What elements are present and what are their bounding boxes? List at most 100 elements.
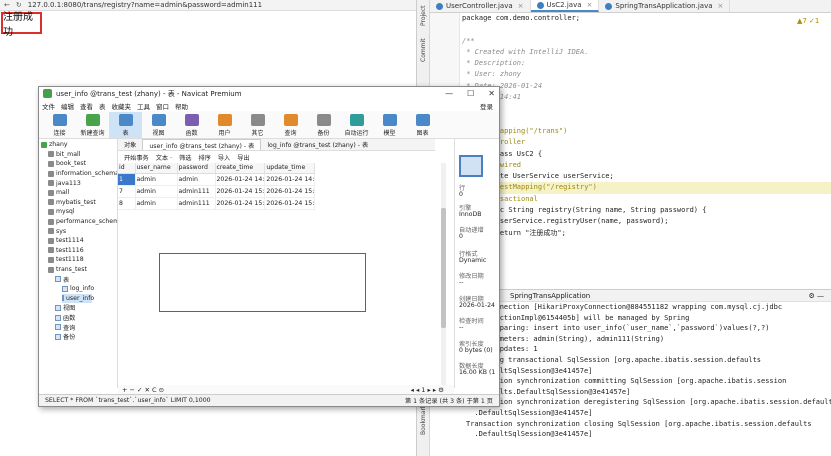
table-cell[interactable]: 2026-01-24 14: bbox=[264, 173, 316, 186]
table-cell[interactable]: 2026-01-24 15: bbox=[264, 197, 316, 210]
tree-item[interactable]: trans_test bbox=[48, 265, 87, 275]
table-cell[interactable]: 8 bbox=[118, 197, 136, 210]
table-cell[interactable]: admin bbox=[135, 185, 178, 198]
tool-tab-project[interactable]: Project bbox=[417, 4, 430, 28]
scroll-thumb[interactable] bbox=[441, 208, 446, 328]
editor-tab[interactable]: UserController.java × bbox=[430, 0, 531, 12]
menu-item[interactable]: 工具 bbox=[137, 101, 156, 111]
grid-toolbar-button[interactable]: 开始事务 bbox=[124, 153, 149, 162]
object-tab[interactable]: log_info @trans_test (zhany) - 表 bbox=[261, 139, 374, 150]
tree-item[interactable]: mall bbox=[48, 188, 69, 198]
menu-item[interactable]: 文件 bbox=[42, 101, 61, 111]
tree-item[interactable]: mybatis_test bbox=[48, 198, 96, 208]
tree-item[interactable]: 备份 bbox=[55, 332, 75, 342]
tool-tab-commit[interactable]: Commit bbox=[417, 38, 430, 62]
toolbar-button[interactable]: 查询 bbox=[274, 112, 307, 138]
menu-item[interactable]: 窗口 bbox=[156, 101, 175, 111]
table-cell[interactable]: admin111 bbox=[177, 185, 216, 198]
url-text[interactable]: 127.0.0.1:8080/trans/registry?name=admin… bbox=[28, 1, 262, 9]
table-cell[interactable]: admin bbox=[135, 173, 178, 186]
tree-item[interactable]: bit_mall bbox=[48, 150, 80, 160]
table-row[interactable]: 1 admin admin 2026-01-24 14: 2026-01-24 14: bbox=[118, 173, 316, 186]
code-line: @RequestMapping("/registry") bbox=[462, 182, 831, 194]
tree-item[interactable]: 视图 bbox=[55, 303, 75, 313]
menu-item[interactable]: 收藏夹 bbox=[112, 101, 138, 111]
tree-item[interactable]: test1116 bbox=[48, 246, 84, 256]
grid-toolbar-button[interactable]: 导入 bbox=[218, 153, 230, 162]
tree-item[interactable]: information_schema bbox=[48, 169, 117, 179]
toolbar-button[interactable]: 表 bbox=[109, 112, 142, 138]
grid-scrollbar[interactable] bbox=[441, 163, 446, 385]
toolbar-button[interactable]: 图表 bbox=[406, 112, 439, 138]
tree-item[interactable]: test1114 bbox=[48, 236, 84, 246]
tree-item[interactable]: java113 bbox=[48, 178, 81, 188]
url-bar[interactable]: ← ↻ 127.0.0.1:8080/trans/registry?name=a… bbox=[0, 0, 416, 11]
login-button[interactable]: 登录 bbox=[480, 101, 493, 111]
editor-tab[interactable]: UsC2.java × bbox=[530, 0, 600, 12]
toolbar-button[interactable]: 连接 bbox=[43, 112, 76, 138]
run-panel-title[interactable]: SpringTransApplication bbox=[510, 292, 590, 300]
toolbar-button[interactable]: 用户 bbox=[208, 112, 241, 138]
tree-item-label: mall bbox=[56, 189, 70, 197]
close-tab-icon[interactable]: × bbox=[518, 2, 524, 10]
close-tab-icon[interactable]: × bbox=[718, 2, 724, 10]
table-row[interactable]: 7 admin admin111 2026-01-24 15: 2026-01-24 1… bbox=[118, 185, 316, 198]
maximize-icon[interactable]: ☐ bbox=[467, 89, 474, 98]
tree-item[interactable]: 表 bbox=[55, 274, 69, 284]
grid-toolbar-button[interactable]: 导出 bbox=[237, 153, 249, 162]
grid-toolbar-button[interactable]: 排序 bbox=[198, 153, 210, 162]
tree-item[interactable]: 查询 bbox=[55, 322, 75, 332]
toolbar-button[interactable]: 其它 bbox=[241, 112, 274, 138]
pager-controls[interactable]: ◂ ◂ 1 ▸ ▸ ⚙ bbox=[411, 386, 444, 394]
minimize-icon[interactable]: — bbox=[445, 89, 453, 98]
close-icon[interactable]: ✕ bbox=[488, 89, 495, 98]
table-cell[interactable]: 1 bbox=[118, 173, 136, 186]
table-cell[interactable]: 7 bbox=[118, 185, 136, 198]
menu-item[interactable]: 表 bbox=[99, 101, 112, 111]
run-panel-controls[interactable]: ⚙ — bbox=[808, 292, 824, 300]
column-header[interactable]: create_time bbox=[215, 163, 266, 174]
object-tab[interactable]: user_info @trans_test (zhany) - 表 bbox=[142, 139, 262, 150]
toolbar-button[interactable]: 函数 bbox=[175, 112, 208, 138]
column-header[interactable]: id bbox=[118, 163, 136, 174]
table-row[interactable]: 8 admin admin111 2026-01-24 15: 2026-01-24 1… bbox=[118, 197, 316, 210]
tree-item[interactable]: performance_schem bbox=[48, 217, 117, 227]
menu-item[interactable]: 编辑 bbox=[61, 101, 80, 111]
tree-item[interactable]: 函数 bbox=[55, 313, 75, 323]
column-header[interactable]: password bbox=[177, 163, 216, 174]
toolbar-button[interactable]: 视图 bbox=[142, 112, 175, 138]
table-cell[interactable]: admin bbox=[177, 173, 216, 186]
table-cell[interactable]: admin111 bbox=[177, 197, 216, 210]
editor-tab[interactable]: SpringTransApplication.java × bbox=[599, 0, 731, 12]
table-cell[interactable]: 2026-01-24 15: bbox=[215, 185, 266, 198]
object-tab[interactable]: 对象 bbox=[118, 139, 142, 150]
tree-item[interactable]: sys bbox=[48, 226, 66, 236]
toolbar-button[interactable]: 新建查询 bbox=[76, 112, 109, 138]
tree-item[interactable]: zhany bbox=[41, 140, 68, 150]
table-cell[interactable]: 2026-01-24 15: bbox=[264, 185, 316, 198]
table-cell[interactable]: admin bbox=[135, 197, 178, 210]
toolbar-button[interactable]: 自动运行 bbox=[340, 112, 373, 138]
toolbar-button[interactable]: 模型 bbox=[373, 112, 406, 138]
grid-toolbar-button[interactable]: 筛选 bbox=[179, 153, 191, 162]
table-cell[interactable]: 2026-01-24 14: bbox=[215, 173, 266, 186]
menu-item[interactable]: 帮助 bbox=[175, 101, 194, 111]
inspection-badge[interactable]: ▲7 ✓1 bbox=[797, 17, 819, 25]
column-header[interactable]: user_name bbox=[135, 163, 178, 174]
navicat-titlebar[interactable]: user_info @trans_test (zhany) - 表 - Navi… bbox=[39, 87, 499, 100]
close-tab-icon[interactable]: × bbox=[587, 1, 593, 9]
code-editor[interactable]: package com.demo.controller; /** * Create… bbox=[460, 13, 831, 283]
console-line: Transaction synchronization committing S… bbox=[466, 377, 787, 386]
run-console[interactable]: JDBC Connection [HikariProxyConnection@8… bbox=[460, 302, 831, 456]
column-header[interactable]: update_time bbox=[264, 163, 316, 174]
tree-item[interactable]: log_info bbox=[62, 284, 94, 294]
table-cell[interactable]: 2026-01-24 15: bbox=[215, 197, 266, 210]
toolbar-button[interactable]: 备份 bbox=[307, 112, 340, 138]
tree-item[interactable]: mysql bbox=[48, 207, 75, 217]
grid-toolbar-button[interactable]: 文本 · bbox=[156, 153, 172, 162]
tree-item[interactable]: test1118 bbox=[48, 255, 84, 265]
tree-item[interactable]: user_info bbox=[62, 293, 94, 304]
tree-item[interactable]: book_test bbox=[48, 159, 86, 169]
record-controls[interactable]: + − ✓ ✕ C ⊝ bbox=[122, 386, 164, 394]
menu-item[interactable]: 查看 bbox=[80, 101, 99, 111]
